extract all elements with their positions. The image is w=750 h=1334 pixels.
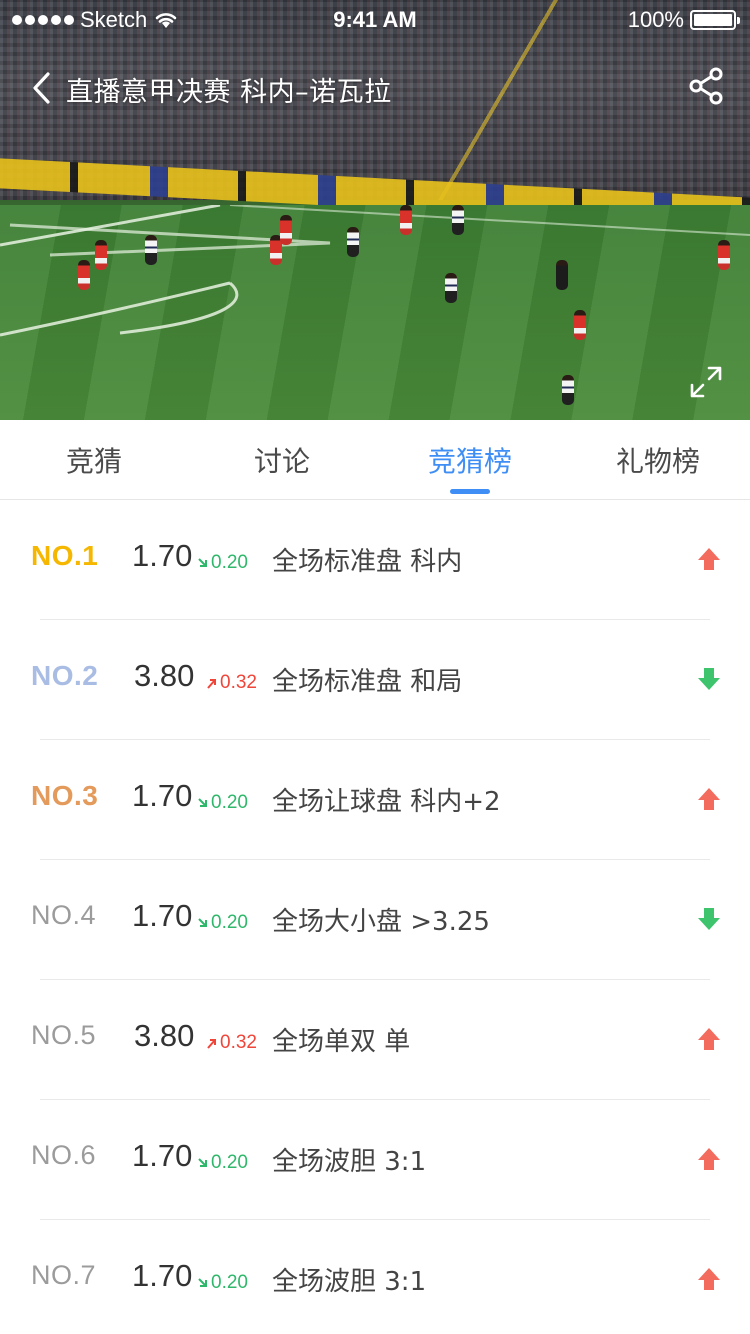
ranking-row[interactable]: NO.2 3.80 0.32 全场标准盘 和局 [0, 620, 750, 740]
bet-description: 全场单双 单 [272, 1027, 411, 1057]
ranking-row[interactable]: NO.7 1.70 0.20 全场波胆 3:1 [0, 1220, 750, 1334]
trend-up-icon [698, 1268, 720, 1290]
odds-change: 0.20 [197, 552, 248, 574]
odds-change-value: 0.20 [211, 1272, 248, 1293]
referee [556, 260, 568, 290]
rank-label: NO.3 [31, 780, 99, 811]
ranking-row[interactable]: NO.1 1.70 0.20 全场标准盘 科内 [0, 500, 750, 620]
status-bar: Sketch 9:41 AM 100% [0, 0, 750, 40]
live-video-player[interactable]: Sketch 9:41 AM 100% 直播意甲决赛 科内–诺瓦拉 [0, 0, 750, 420]
arrow-down-right-icon [198, 918, 207, 927]
battery-percent: 100% [627, 7, 684, 32]
odds-change: 0.32 [206, 1032, 257, 1054]
rank-label: NO.6 [31, 1140, 97, 1170]
rank-label: NO.1 [31, 540, 99, 571]
page-title: 直播意甲决赛 科内–诺瓦拉 [66, 77, 392, 108]
bet-description: 全场波胆 3:1 [272, 1147, 427, 1177]
arrow-down-right-icon [198, 558, 207, 567]
trend-down-icon [698, 668, 720, 690]
trend-up-icon [698, 1148, 720, 1170]
odds-change: 0.20 [197, 912, 248, 934]
ranking-row[interactable]: NO.6 1.70 0.20 全场波胆 3:1 [0, 1100, 750, 1220]
odds-change-value: 0.32 [220, 672, 257, 693]
odds-change: 0.20 [197, 792, 248, 814]
nav-bar: 直播意甲决赛 科内–诺瓦拉 [0, 62, 750, 112]
odds-change: 0.20 [197, 1152, 248, 1174]
odds-change-value: 0.20 [211, 1152, 248, 1173]
back-button[interactable] [24, 68, 60, 108]
ranking-row[interactable]: NO.3 1.70 0.20 全场让球盘 科内+2 [0, 740, 750, 860]
rank-label: NO.2 [31, 660, 99, 691]
bet-description: 全场让球盘 科内+2 [272, 787, 501, 817]
player [280, 215, 292, 245]
pitch-lines [0, 205, 750, 337]
arrow-down-right-icon [198, 1278, 207, 1287]
odds-value: 1.70 [132, 538, 193, 573]
odds-value: 1.70 [132, 1138, 193, 1173]
guess-ranking-list: NO.1 1.70 0.20 全场标准盘 科内 NO.2 3.80 0.32 全… [0, 500, 750, 1334]
rank-label: NO.7 [31, 1260, 97, 1290]
odds-value: 1.70 [132, 898, 193, 933]
bet-description: 全场标准盘 和局 [272, 667, 463, 697]
odds-change: 0.20 [197, 1272, 248, 1294]
player [145, 235, 157, 265]
arrow-down-right-icon [198, 1158, 207, 1167]
trend-up-icon [698, 548, 720, 570]
odds-value: 3.80 [134, 658, 195, 693]
tab-gift-ranking[interactable]: 礼物榜 [564, 420, 750, 500]
odds-value: 3.80 [134, 1018, 195, 1053]
odds-change-value: 0.20 [211, 912, 248, 933]
fullscreen-icon [690, 366, 722, 398]
player [400, 205, 412, 235]
trend-up-icon [698, 1028, 720, 1050]
rank-label: NO.5 [31, 1020, 97, 1050]
player [347, 227, 359, 257]
bet-description: 全场大小盘 >3.25 [272, 907, 490, 937]
share-button[interactable] [684, 64, 728, 108]
odds-value: 1.70 [132, 778, 193, 813]
tab-bar: 竞猜 讨论 竞猜榜 礼物榜 [0, 420, 750, 500]
arrow-down-right-icon [198, 798, 207, 807]
trend-down-icon [698, 908, 720, 930]
arrow-up-right-icon [207, 1039, 216, 1049]
player [78, 260, 90, 290]
ranking-row[interactable]: NO.4 1.70 0.20 全场大小盘 >3.25 [0, 860, 750, 980]
share-icon [689, 67, 723, 105]
tab-discussion[interactable]: 讨论 [188, 420, 376, 500]
odds-change-value: 0.20 [211, 792, 248, 813]
active-tab-indicator [450, 489, 490, 494]
odds-change-value: 0.20 [211, 552, 248, 573]
ranking-row[interactable]: NO.5 3.80 0.32 全场单双 单 [0, 980, 750, 1100]
trend-up-icon [698, 788, 720, 810]
player [445, 273, 457, 303]
odds-change: 0.32 [206, 672, 257, 694]
tab-guess-ranking[interactable]: 竞猜榜 [376, 420, 564, 500]
battery-icon [690, 10, 740, 30]
bet-description: 全场波胆 3:1 [272, 1267, 427, 1297]
chevron-left-icon [33, 72, 50, 104]
tab-guess[interactable]: 竞猜 [0, 420, 188, 500]
player [95, 240, 107, 270]
player [574, 310, 586, 340]
odds-value: 1.70 [132, 1258, 193, 1293]
fullscreen-button[interactable] [686, 362, 726, 402]
football-pitch [0, 205, 750, 420]
rank-label: NO.4 [31, 900, 97, 930]
arrow-up-right-icon [207, 679, 216, 689]
player [452, 205, 464, 235]
player [562, 375, 574, 405]
player [718, 240, 730, 270]
bet-description: 全场标准盘 科内 [272, 547, 463, 577]
odds-change-value: 0.32 [220, 1032, 257, 1053]
